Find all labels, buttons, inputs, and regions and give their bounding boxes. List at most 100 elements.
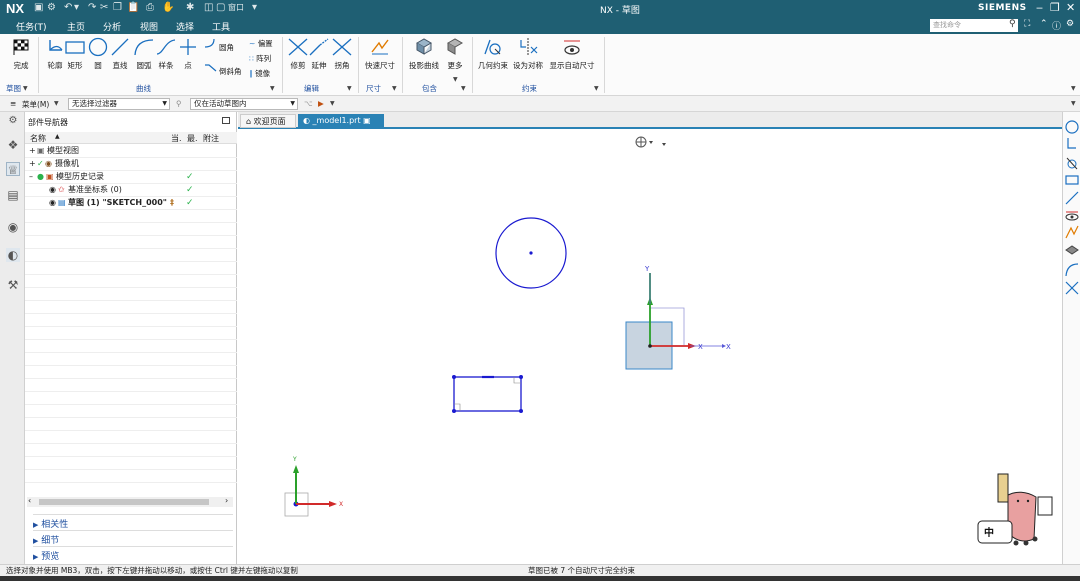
menu-button[interactable]: 菜单(M) (22, 99, 49, 110)
rectangle-tool-icon[interactable] (1065, 175, 1079, 185)
section-dependencies[interactable]: ▶ 相关性 (33, 514, 233, 530)
command-search-input[interactable]: 查找命令 (930, 19, 1018, 32)
settings-icon[interactable]: ⚙ (47, 2, 56, 13)
collapse-icon[interactable]: – (29, 171, 33, 183)
show-dimension-tool-icon[interactable] (1065, 211, 1079, 221)
restore-icon[interactable]: ❐ (1050, 1, 1060, 14)
assembly-navigator-icon[interactable]: ❖ (6, 138, 20, 152)
tab-welcome-page[interactable]: ⌂ 欢迎页面 (240, 114, 296, 128)
window-menu[interactable]: 窗口 (228, 2, 244, 13)
expand-icon[interactable]: + (29, 158, 36, 170)
view-triad-selector[interactable] (635, 136, 666, 148)
ribbon-options-dropdown-icon[interactable]: ▼ (1071, 85, 1076, 92)
finish-sketch-button[interactable]: 完成 (4, 36, 38, 71)
toolbar-options-dropdown-icon[interactable]: ▼ (1071, 100, 1076, 107)
tab-analysis[interactable]: 分析 (103, 20, 121, 33)
sketch-group-dropdown-icon[interactable]: ▼ (23, 85, 28, 92)
search-icon[interactable]: ⚲ (1009, 19, 1016, 29)
resource-settings-icon[interactable]: ⚙ (6, 114, 20, 128)
column-note[interactable]: 附注 (203, 133, 219, 144)
circle-tool-icon[interactable] (1065, 120, 1079, 134)
selection-scope-select[interactable]: 仅在活动草图内 ▼ (190, 98, 298, 110)
section-details[interactable]: ▶ 细节 (33, 530, 233, 546)
scroll-left-icon[interactable]: ‹ (28, 496, 31, 505)
chamfer-icon[interactable] (204, 62, 218, 74)
geometric-constraint-tool-icon[interactable] (1066, 157, 1078, 170)
corner-button[interactable]: 拐角 (325, 36, 359, 71)
scroll-thumb[interactable] (39, 499, 209, 505)
customize-dropdown-icon[interactable]: ▾ (252, 2, 257, 13)
tree-row-sketch[interactable]: ◉ ▤ 草图 (1) "SKETCH_000" ‡ ✓ (25, 197, 237, 210)
sketch-rectangle[interactable] (452, 375, 523, 413)
select-options-dropdown-icon[interactable]: ▼ (330, 100, 335, 107)
visibility-eye-icon[interactable]: ◉ (49, 197, 56, 209)
part-navigator-icon[interactable]: ♕ (6, 162, 20, 177)
constraint-group-dropdown-icon[interactable]: ▼ (594, 85, 599, 92)
menu-icon[interactable]: ≡ (10, 99, 16, 108)
web-browser-icon[interactable]: ◐ (6, 248, 20, 262)
rapid-dimension-button[interactable]: 快速尺寸 (362, 36, 398, 71)
column-current[interactable]: 当. (171, 133, 182, 144)
window-icon[interactable]: ▢ (216, 2, 225, 13)
line-tool-icon[interactable] (1065, 191, 1079, 205)
make-symmetric-button[interactable]: 设为对称 (510, 36, 546, 71)
column-name[interactable]: 名称 (30, 133, 46, 144)
circle-center-point[interactable] (529, 251, 533, 255)
edit-group-dropdown-icon[interactable]: ▼ (347, 85, 352, 92)
touch-icon[interactable]: ✋ (162, 2, 174, 13)
help-icon[interactable]: ⓘ (1052, 19, 1061, 32)
tree-row-model-history[interactable]: – ● ▣ 模型历史记录 ✓ (25, 171, 237, 184)
undo-icon[interactable]: ↶ (64, 2, 72, 13)
tab-tools[interactable]: 工具 (212, 20, 230, 33)
reuse-library-icon[interactable]: ▤ (6, 188, 20, 202)
offset-button[interactable]: ∼ 偏置 (249, 38, 273, 49)
chamfer-button[interactable]: 倒斜角 (219, 66, 242, 77)
dimension-group-dropdown-icon[interactable]: ▼ (392, 85, 397, 92)
section-preview[interactable]: ▶ 预览 (33, 546, 233, 562)
save-icon[interactable]: ▣ (34, 2, 43, 13)
geometric-constraint-button[interactable]: 几何约束 (475, 36, 511, 71)
navigator-horizontal-scrollbar[interactable]: ‹ › (27, 496, 233, 507)
more-button[interactable]: 更多 (440, 36, 470, 71)
options-icon[interactable]: ⚙ (1066, 19, 1074, 29)
fullscreen-icon[interactable]: ⛶ (1024, 19, 1030, 29)
column-latest[interactable]: 最. (187, 133, 198, 144)
copy-icon[interactable]: ❐ (113, 2, 122, 13)
tab-task[interactable]: 任务(T) (16, 20, 47, 33)
mirror-button[interactable]: ∥ 镜像 (249, 68, 270, 79)
layout-icon[interactable]: ◫ (204, 2, 213, 13)
roles-icon[interactable]: ⚒ (6, 278, 20, 292)
show-auto-dimension-button[interactable]: 显示自动尺寸 (549, 36, 595, 71)
tab-view[interactable]: 视图 (140, 20, 158, 33)
project-curve-button[interactable]: 投影曲线 (406, 36, 442, 71)
scroll-right-icon[interactable]: › (225, 496, 228, 505)
history-icon[interactable]: ◉ (6, 220, 20, 234)
expand-icon[interactable]: + (29, 145, 36, 157)
sketch-canvas[interactable]: Y X X Y X 中 (238, 129, 1062, 564)
rapid-dimension-tool-icon[interactable] (1065, 225, 1079, 239)
include-group-dropdown-icon[interactable]: ▼ (461, 85, 466, 92)
paste-icon[interactable]: 📋 (127, 2, 139, 13)
graphics-window[interactable]: Y X X Y X 中 (238, 129, 1062, 564)
command-icon[interactable]: ✱ (186, 2, 194, 13)
fillet-icon[interactable] (204, 38, 218, 50)
tree-row-cameras[interactable]: + ✓ ◉ 摄像机 (25, 158, 237, 171)
collapse-ribbon-icon[interactable]: ⌃ (1040, 19, 1048, 29)
point-button[interactable]: 点 (171, 36, 205, 71)
maximize-icon[interactable] (222, 117, 230, 124)
snap-icon[interactable]: ⌥ (304, 99, 313, 108)
select-options-icon[interactable]: ▶ (318, 99, 324, 108)
undo-dropdown-icon[interactable]: ▾ (74, 2, 79, 13)
curve-group-dropdown-icon[interactable]: ▼ (270, 85, 275, 92)
minimize-icon[interactable]: ‒ (1036, 1, 1043, 14)
more-dropdown-icon[interactable]: ▼ (453, 76, 458, 83)
redo-icon[interactable]: ↷ (88, 2, 96, 13)
project-tool-icon[interactable] (1065, 245, 1079, 255)
pattern-button[interactable]: ∷ 阵列 (249, 53, 271, 64)
tab-model1-prt[interactable]: ◐ _model1.prt ▣ ✕ (298, 114, 384, 138)
close-icon[interactable]: ✕ (1066, 1, 1075, 14)
arc-tool-icon[interactable] (1065, 263, 1079, 277)
tree-row-datum-csys[interactable]: ◉ ✩ 基准坐标系 (0) ✓ (25, 184, 237, 197)
menu-dropdown-icon[interactable]: ▼ (54, 100, 59, 107)
trim-tool-icon[interactable] (1065, 281, 1079, 295)
